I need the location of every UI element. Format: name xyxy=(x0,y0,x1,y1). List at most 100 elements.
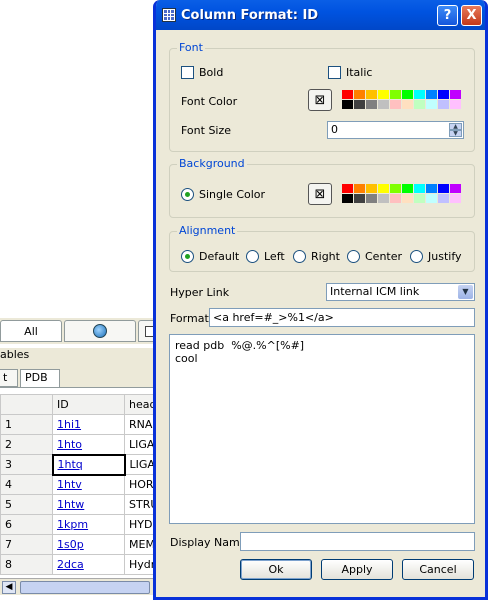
format-label: Format xyxy=(170,312,209,325)
italic-checkbox-box[interactable] xyxy=(328,66,341,79)
align-left-radio-button[interactable] xyxy=(246,250,259,263)
id-link[interactable]: 1kpm xyxy=(57,518,88,531)
palette-swatch[interactable] xyxy=(342,184,353,193)
table-row[interactable]: 7 1s0p MEME xyxy=(0,534,160,555)
palette-swatch[interactable] xyxy=(450,194,461,203)
column-header-id[interactable]: ID xyxy=(52,394,125,415)
palette-swatch[interactable] xyxy=(354,194,365,203)
tab-all[interactable]: All xyxy=(0,320,62,342)
script-textarea[interactable]: read pdb %@.%^[%#] cool xyxy=(169,334,475,524)
table-row[interactable]: 5 1htw STRU xyxy=(0,494,160,515)
palette-swatch[interactable] xyxy=(390,184,401,193)
align-left-radio[interactable]: Left xyxy=(246,250,285,263)
background-color-palette[interactable] xyxy=(342,184,461,203)
id-link[interactable]: 2dca xyxy=(57,558,84,571)
align-center-radio[interactable]: Center xyxy=(347,250,402,263)
id-link[interactable]: 1htv xyxy=(57,478,82,491)
help-button[interactable]: ? xyxy=(437,4,458,26)
table-row[interactable]: 4 1htv HORM xyxy=(0,474,160,495)
ok-button[interactable]: Ok xyxy=(240,559,312,580)
palette-swatch[interactable] xyxy=(414,100,425,109)
palette-swatch[interactable] xyxy=(402,184,413,193)
palette-swatch[interactable] xyxy=(390,90,401,99)
palette-swatch[interactable] xyxy=(426,194,437,203)
format-input[interactable]: <a href=#_>%1</a> xyxy=(209,308,475,327)
tab-web[interactable] xyxy=(64,320,136,342)
palette-swatch[interactable] xyxy=(438,194,449,203)
align-center-radio-button[interactable] xyxy=(347,250,360,263)
scrollbar-thumb[interactable] xyxy=(20,581,150,594)
align-justify-radio[interactable]: Justify xyxy=(410,250,462,263)
palette-swatch[interactable] xyxy=(414,90,425,99)
alignment-group-title: Alignment xyxy=(177,224,238,237)
align-default-radio[interactable]: Default xyxy=(181,250,239,263)
palette-swatch[interactable] xyxy=(390,194,401,203)
id-link[interactable]: 1htq xyxy=(58,458,83,471)
palette-swatch[interactable] xyxy=(378,100,389,109)
italic-checkbox[interactable]: Italic xyxy=(328,66,372,79)
palette-swatch[interactable] xyxy=(414,184,425,193)
align-right-radio-button[interactable] xyxy=(293,250,306,263)
bold-checkbox-box[interactable] xyxy=(181,66,194,79)
table-row[interactable]: 3 1htq LIGAS xyxy=(0,453,160,476)
palette-swatch[interactable] xyxy=(354,184,365,193)
palette-swatch[interactable] xyxy=(366,90,377,99)
palette-swatch[interactable] xyxy=(426,184,437,193)
palette-swatch[interactable] xyxy=(342,194,353,203)
palette-swatch[interactable] xyxy=(390,100,401,109)
palette-swatch[interactable] xyxy=(450,184,461,193)
palette-swatch[interactable] xyxy=(450,90,461,99)
subtab-pdb[interactable]: PDB xyxy=(20,369,60,387)
table-row[interactable]: 8 2dca Hydro xyxy=(0,554,160,575)
palette-swatch[interactable] xyxy=(438,100,449,109)
palette-swatch[interactable] xyxy=(414,194,425,203)
close-button[interactable]: X xyxy=(461,4,482,26)
palette-swatch[interactable] xyxy=(366,194,377,203)
display-name-input[interactable] xyxy=(240,532,475,551)
id-link[interactable]: 1hto xyxy=(57,438,82,451)
cancel-button[interactable]: Cancel xyxy=(402,559,474,580)
palette-swatch[interactable] xyxy=(378,184,389,193)
scroll-left-icon[interactable]: ◀ xyxy=(2,581,16,594)
table-row[interactable]: 1 1hi1 RNA xyxy=(0,414,160,435)
single-color-radio[interactable]: Single Color xyxy=(181,188,265,201)
palette-swatch[interactable] xyxy=(354,90,365,99)
palette-swatch[interactable] xyxy=(426,90,437,99)
dialog-titlebar[interactable]: Column Format: ID ? X xyxy=(156,0,485,30)
background-color-button[interactable]: ⊠ xyxy=(308,183,332,205)
palette-swatch[interactable] xyxy=(438,90,449,99)
spin-down-icon[interactable]: ▼ xyxy=(449,130,462,137)
apply-button[interactable]: Apply xyxy=(321,559,393,580)
palette-swatch[interactable] xyxy=(378,194,389,203)
chevron-down-icon[interactable]: ▼ xyxy=(458,285,473,299)
palette-swatch[interactable] xyxy=(402,90,413,99)
bold-checkbox[interactable]: Bold xyxy=(181,66,223,79)
align-justify-radio-button[interactable] xyxy=(410,250,423,263)
font-size-spinbox[interactable]: 0 ▲ ▼ xyxy=(327,121,464,139)
font-color-palette[interactable] xyxy=(342,90,461,109)
subtab-previous[interactable]: t xyxy=(0,369,18,387)
palette-swatch[interactable] xyxy=(342,90,353,99)
palette-swatch[interactable] xyxy=(354,100,365,109)
table-row[interactable]: 6 1kpm HYDF xyxy=(0,514,160,535)
id-link[interactable]: 1htw xyxy=(57,498,84,511)
font-color-button[interactable]: ⊠ xyxy=(308,89,332,111)
palette-swatch[interactable] xyxy=(450,100,461,109)
palette-swatch[interactable] xyxy=(378,90,389,99)
single-color-radio-button[interactable] xyxy=(181,188,194,201)
align-right-radio[interactable]: Right xyxy=(293,250,340,263)
align-default-radio-button[interactable] xyxy=(181,250,194,263)
palette-swatch[interactable] xyxy=(342,100,353,109)
id-link[interactable]: 1s0p xyxy=(57,538,84,551)
spin-up-icon[interactable]: ▲ xyxy=(449,123,462,130)
hyper-link-select[interactable]: Internal ICM link ▼ xyxy=(326,283,475,301)
id-link[interactable]: 1hi1 xyxy=(57,418,81,431)
palette-swatch[interactable] xyxy=(402,100,413,109)
palette-swatch[interactable] xyxy=(366,100,377,109)
table-row[interactable]: 2 1hto LIGAS xyxy=(0,434,160,455)
palette-swatch[interactable] xyxy=(402,194,413,203)
horizontal-scrollbar[interactable]: ◀ xyxy=(0,578,160,595)
palette-swatch[interactable] xyxy=(438,184,449,193)
palette-swatch[interactable] xyxy=(366,184,377,193)
palette-swatch[interactable] xyxy=(426,100,437,109)
